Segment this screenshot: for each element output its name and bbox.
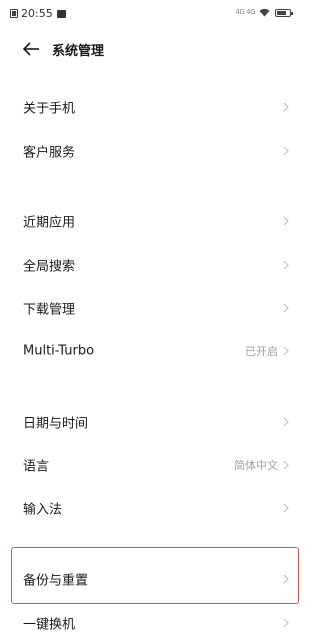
settings-item-label: 关于手机 <box>23 101 76 117</box>
settings-item-multi-turbo[interactable]: Multi-Turbo 已开启 <box>0 331 311 371</box>
settings-item-backup-reset[interactable]: 备份与重置 <box>0 559 311 599</box>
settings-item-recent-apps[interactable]: 近期应用 <box>0 201 311 241</box>
settings-item-input-method[interactable]: 输入法 <box>0 488 311 528</box>
settings-item-label: 输入法 <box>23 502 63 518</box>
sim-icon <box>10 9 18 18</box>
settings-item-right <box>283 303 289 313</box>
back-arrow-icon[interactable] <box>22 40 42 58</box>
settings-item-customer-service[interactable]: 客户服务 <box>0 131 311 171</box>
settings-item-phone-clone[interactable]: 一键换机 <box>0 603 311 643</box>
settings-item-about-phone[interactable]: 关于手机 <box>0 87 311 127</box>
settings-item-label: Multi-Turbo <box>23 343 95 359</box>
chevron-right-icon <box>283 574 289 584</box>
chevron-right-icon <box>283 460 289 470</box>
settings-item-label: 全局搜索 <box>23 259 76 275</box>
chevron-right-icon <box>283 503 289 513</box>
chevron-right-icon <box>283 102 289 112</box>
status-bar: 20:55 4G 4G <box>0 0 311 26</box>
settings-item-right <box>283 260 289 270</box>
battery-icon <box>275 8 293 17</box>
settings-item-value: 简体中文 <box>234 459 278 472</box>
title-bar: 系统管理 <box>0 34 311 64</box>
wifi-icon <box>259 8 270 17</box>
settings-item-label: 客户服务 <box>23 145 76 161</box>
chevron-right-icon <box>283 417 289 427</box>
settings-item-right <box>283 102 289 112</box>
settings-item-label: 一键换机 <box>23 617 76 633</box>
settings-item-right <box>283 417 289 427</box>
settings-item-right <box>283 216 289 226</box>
settings-item-right <box>283 618 289 628</box>
chevron-right-icon <box>283 260 289 270</box>
signal-icon: 4G 4G <box>235 8 256 16</box>
settings-item-right <box>283 574 289 584</box>
status-bar-left: 20:55 <box>10 7 66 20</box>
settings-item-label: 备份与重置 <box>23 573 89 589</box>
settings-item-right <box>283 503 289 513</box>
settings-item-global-search[interactable]: 全局搜索 <box>0 245 311 285</box>
chevron-right-icon <box>283 618 289 628</box>
chevron-right-icon <box>283 303 289 313</box>
page-title: 系统管理 <box>52 44 105 59</box>
settings-item-language[interactable]: 语言 简体中文 <box>0 445 311 485</box>
settings-item-label: 下载管理 <box>23 302 76 318</box>
chevron-right-icon <box>283 146 289 156</box>
settings-item-right <box>283 146 289 156</box>
settings-item-right: 已开启 <box>245 343 289 359</box>
settings-item-download-manager[interactable]: 下载管理 <box>0 288 311 328</box>
chevron-right-icon <box>283 216 289 226</box>
chevron-right-icon <box>283 346 289 356</box>
settings-item-value: 已开启 <box>245 345 278 358</box>
settings-item-label: 语言 <box>23 459 50 475</box>
settings-item-date-time[interactable]: 日期与时间 <box>0 402 311 442</box>
message-icon <box>56 9 66 18</box>
settings-item-label: 日期与时间 <box>23 416 89 432</box>
settings-item-label: 近期应用 <box>23 215 76 231</box>
settings-item-right: 简体中文 <box>234 457 289 473</box>
status-bar-right: 4G 4G <box>235 8 293 17</box>
status-time: 20:55 <box>21 7 53 20</box>
